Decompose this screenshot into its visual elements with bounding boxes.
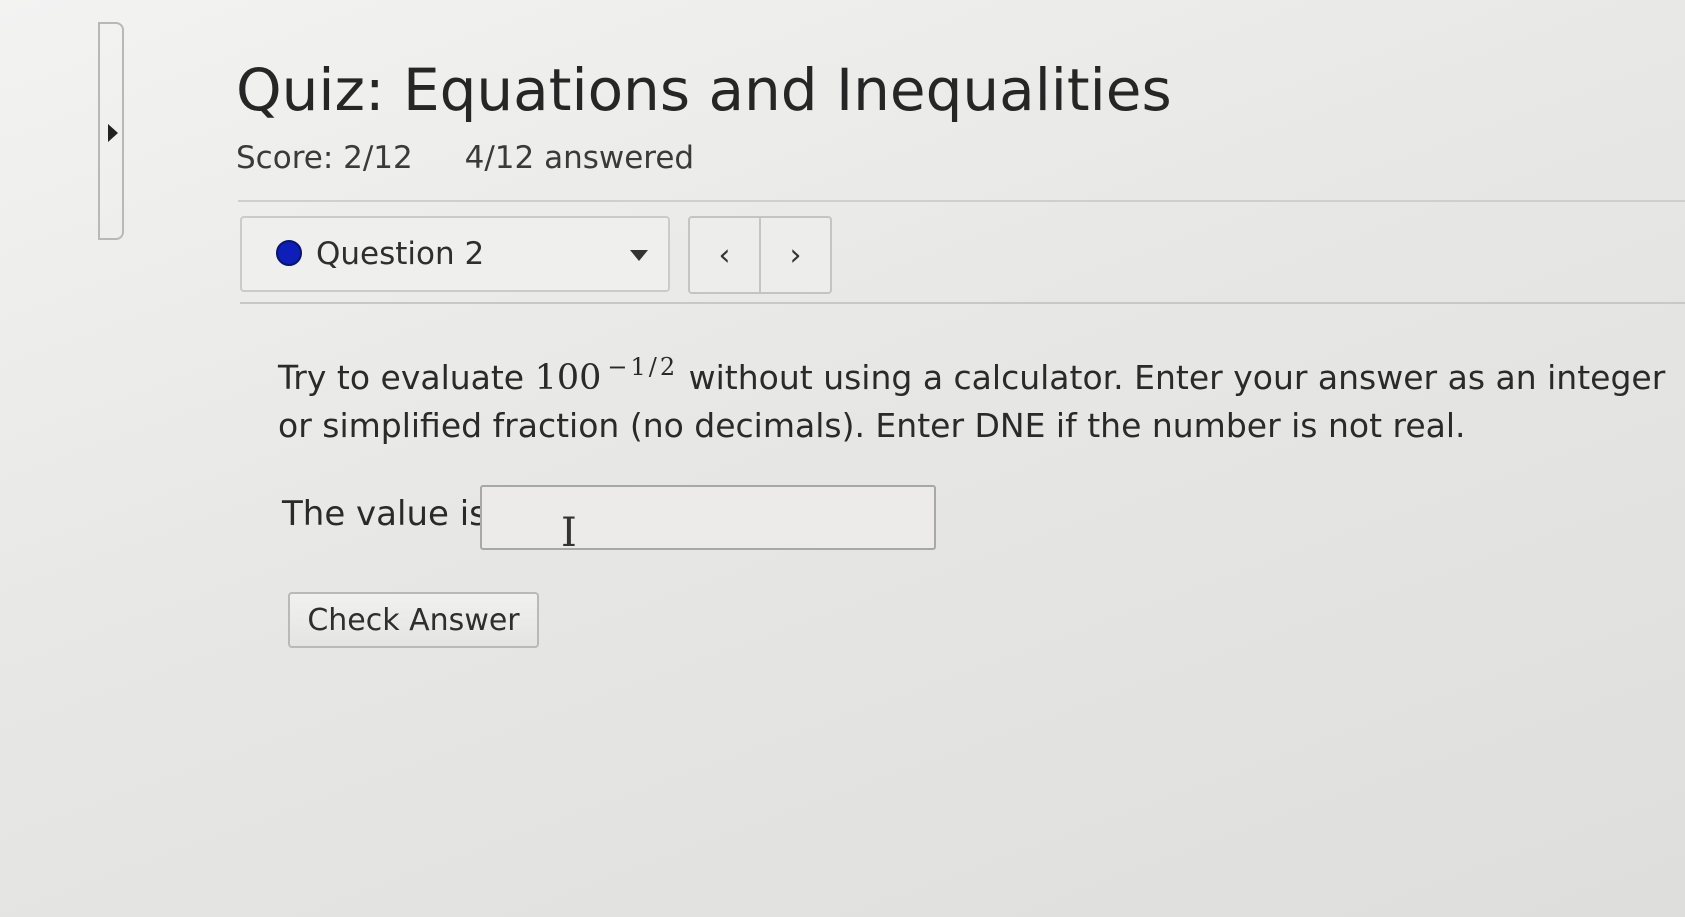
question-status-dot [276,240,302,266]
math-exponent: −1/2 [607,353,679,381]
question-nav: ‹ › [688,216,832,294]
answer-input[interactable] [480,485,936,550]
question-text-before: Try to evaluate [278,358,535,397]
quiz-status: Score: 2/12 4/12 answered [236,140,694,176]
math-expression: 100 −1/2 [534,353,679,398]
divider [240,302,1685,304]
sidebar-toggle[interactable] [98,22,124,240]
question-select[interactable]: Question 2 [240,216,670,292]
page-title: Quiz: Equations and Inequalities [236,56,1172,124]
prev-question-button[interactable]: ‹ [690,218,759,292]
divider [238,200,1685,202]
question-text: Try to evaluate 100 −1/2 without using a … [278,344,1668,449]
caret-right-icon [108,124,118,142]
math-base: 100 [534,358,602,398]
chevron-down-icon [630,250,648,261]
answered-count: 4/12 answered [464,140,695,176]
quiz-page: Quiz: Equations and Inequalities Score: … [0,0,1685,917]
answer-label: The value is [282,494,487,534]
check-answer-button[interactable]: Check Answer [288,592,539,648]
score-text: Score: 2/12 [236,140,413,176]
question-select-label: Question 2 [316,236,485,272]
next-question-button[interactable]: › [759,218,830,292]
